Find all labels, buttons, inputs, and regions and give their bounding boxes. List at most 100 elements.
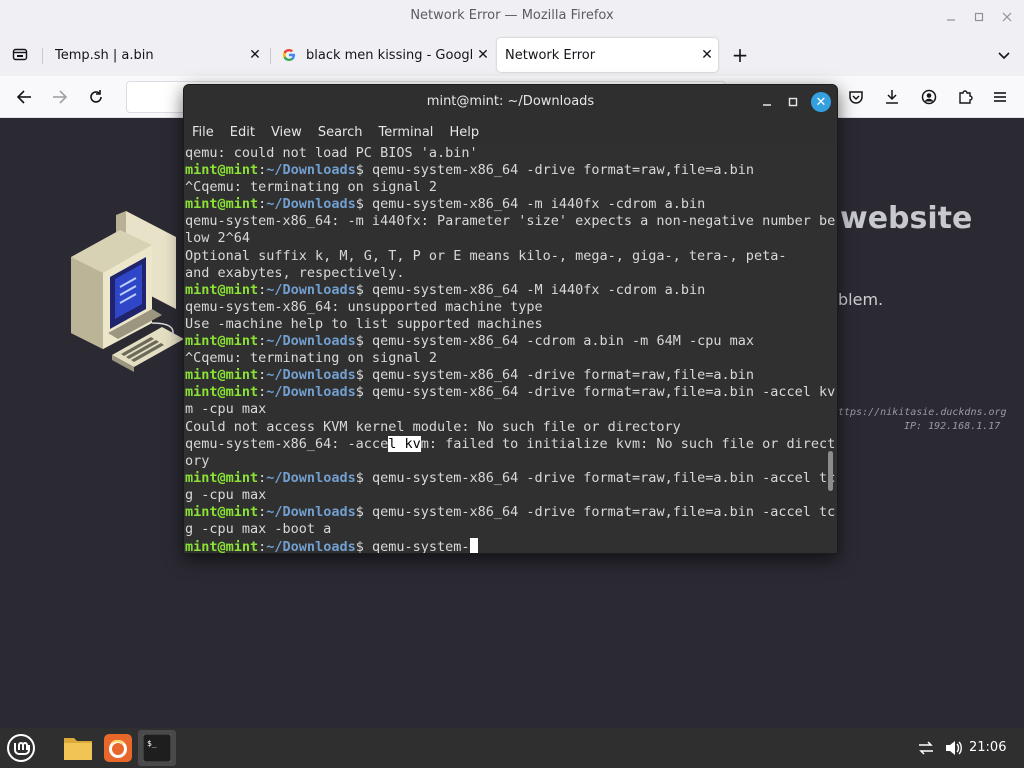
extensions-icon[interactable] (953, 85, 977, 109)
close-icon[interactable]: ✕ (811, 92, 831, 112)
maximize-icon[interactable] (970, 8, 988, 26)
close-icon[interactable] (998, 8, 1016, 26)
files-icon[interactable] (60, 730, 96, 766)
close-icon[interactable]: ✕ (472, 44, 494, 66)
mint-menu-icon[interactable] (3, 730, 39, 766)
close-icon[interactable]: ✕ (244, 44, 266, 66)
terminal-command-line: mint@mint:~/Downloads$ qemu-system-x86_6… (185, 162, 837, 179)
prompt-dollar: $ (355, 281, 372, 298)
terminal-output-line: m -cpu max (185, 401, 267, 418)
downloads-icon[interactable] (880, 85, 904, 109)
minimize-icon[interactable] (758, 93, 776, 111)
chevron-down-icon[interactable] (992, 43, 1016, 67)
text-cursor (469, 538, 478, 553)
terminal-command-line: mint@mint:~/Downloads$ qemu-system-x86_6… (185, 470, 837, 487)
svg-text:$_: $_ (147, 739, 157, 748)
new-tab-button[interactable]: + (728, 43, 752, 67)
prompt-path: ~/Downloads (266, 367, 356, 384)
hamburger-menu-icon[interactable] (988, 85, 1012, 109)
menu-view[interactable]: View (271, 125, 302, 140)
back-arrow-icon[interactable] (12, 85, 36, 109)
firefox-icon[interactable] (100, 730, 136, 766)
close-icon[interactable]: ✕ (696, 44, 718, 66)
error-heading: website (840, 201, 973, 236)
forward-arrow-icon[interactable] (48, 85, 72, 109)
terminal-output-line: ^Cqemu: terminating on signal 2 (185, 179, 437, 196)
minimize-icon[interactable] (942, 8, 960, 26)
tab-label: Network Error (505, 47, 596, 63)
prompt-user: mint@mint (185, 384, 259, 401)
menu-file[interactable]: File (192, 125, 214, 140)
volume-icon[interactable] (938, 730, 970, 766)
terminal-output-line: and exabytes, respectively. (185, 264, 405, 281)
command-text: qemu-system-x86_64 -drive format=raw,fil… (371, 469, 836, 486)
error-server-url: ttps://nikitasie.duckdns.org (838, 407, 1007, 418)
terminal-command-line: mint@mint:~/Downloads$ qemu-system-x86_6… (185, 196, 837, 213)
firefox-titlebar: Network Error — Mozilla Firefox (0, 0, 1024, 34)
google-icon (282, 48, 300, 62)
terminal-command-line: mint@mint:~/Downloads$ qemu-system-x86_6… (185, 333, 837, 350)
command-text: qemu-system-x86_64 -m i440fx -cdrom a.bi… (371, 196, 706, 213)
pocket-icon[interactable] (844, 85, 868, 109)
terminal-command-line: mint@mint:~/Downloads$ qemu-system-x86_6… (185, 504, 837, 521)
terminal-output-line: qemu-system-x86_64: unsupported machine … (185, 298, 543, 315)
reload-icon[interactable] (84, 85, 108, 109)
tab-tempsh[interactable]: Temp.sh | a.bin ✕ (46, 38, 266, 72)
prompt-user: mint@mint (185, 469, 259, 486)
terminal-output-line: low 2^64 (185, 230, 251, 247)
selected-text: l kv (388, 435, 421, 452)
tab-network-error[interactable]: Network Error ✕ (497, 38, 718, 72)
maximize-icon[interactable] (784, 93, 802, 111)
tab-google-search[interactable]: black men kissing - Google S ✕ (274, 38, 494, 72)
terminal-command-line: mint@mint:~/Downloads$ qemu-system-x86_6… (185, 367, 837, 384)
terminal-output-line: Optional suffix k, M, G, T, P or E means… (185, 247, 787, 264)
scrollbar-thumb[interactable] (828, 451, 833, 491)
prompt-dollar: $ (355, 469, 372, 486)
menu-terminal[interactable]: Terminal (378, 125, 433, 140)
terminal-title: mint@mint: ~/Downloads (426, 94, 595, 109)
prompt-user: mint@mint (185, 539, 259, 554)
prompt-dollar: $ (355, 539, 372, 554)
terminal-icon[interactable]: $_ (139, 730, 175, 766)
prompt-path: ~/Downloads (266, 384, 356, 401)
menu-help[interactable]: Help (449, 125, 479, 140)
prompt-dollar: $ (355, 367, 372, 384)
prompt-user: mint@mint (185, 503, 259, 520)
terminal-menubar: File Edit View Search Terminal Help (184, 119, 837, 145)
prompt-dollar: $ (355, 503, 372, 520)
clock[interactable]: 21:06 (969, 740, 1006, 755)
prompt-dollar: $ (355, 162, 372, 179)
output-text: qemu-system-x86_64: -acce (185, 435, 389, 452)
account-icon[interactable] (917, 85, 941, 109)
prompt-path: ~/Downloads (266, 281, 356, 298)
tab-bar: Temp.sh | a.bin ✕ black men kissing - Go… (0, 34, 1024, 76)
tab-label: Temp.sh | a.bin (55, 47, 154, 63)
terminal-titlebar[interactable]: mint@mint: ~/Downloads ✕ (184, 85, 837, 119)
error-server-ip: IP: 192.168.1.17 (904, 421, 1001, 432)
prompt-user: mint@mint (185, 281, 259, 298)
terminal-command-line: mint@mint:~/Downloads$ qemu-system-x86_6… (185, 384, 837, 401)
prompt-dollar: $ (355, 384, 372, 401)
terminal-output-line: g -cpu max (185, 486, 267, 503)
prompt-path: ~/Downloads (266, 333, 356, 350)
prompt-user: mint@mint (185, 367, 259, 384)
error-description: blem. (838, 290, 884, 309)
menu-edit[interactable]: Edit (230, 125, 255, 140)
terminal-output-line: g -cpu max -boot a (185, 521, 332, 538)
prompt-user: mint@mint (185, 333, 259, 350)
prompt-user: mint@mint (185, 196, 259, 213)
prompt-path: ~/Downloads (266, 469, 356, 486)
command-text: qemu-system-x86_64 -drive format=raw,fil… (371, 162, 754, 179)
menu-search[interactable]: Search (318, 125, 363, 140)
prompt-dollar: $ (355, 333, 372, 350)
terminal-output[interactable]: qemu: could not load PC BIOS 'a.bin' mint… (184, 145, 837, 554)
window-title: Network Error — Mozilla Firefox (410, 8, 614, 23)
terminal-window[interactable]: mint@mint: ~/Downloads ✕ File Edit View … (183, 84, 838, 554)
command-text: qemu-system-x86_64 -drive format=raw,fil… (371, 367, 754, 384)
terminal-output-line: Could not access KVM kernel module: No s… (185, 418, 681, 435)
tab-list-icon[interactable] (8, 42, 32, 66)
command-text: qemu-system-x86_64 -M i440fx -cdrom a.bi… (371, 281, 706, 298)
terminal-output-line: ory (185, 452, 210, 469)
command-text: qemu-system-x86_64 -drive format=raw,fil… (371, 503, 836, 520)
command-text: qemu-system- (371, 539, 470, 554)
